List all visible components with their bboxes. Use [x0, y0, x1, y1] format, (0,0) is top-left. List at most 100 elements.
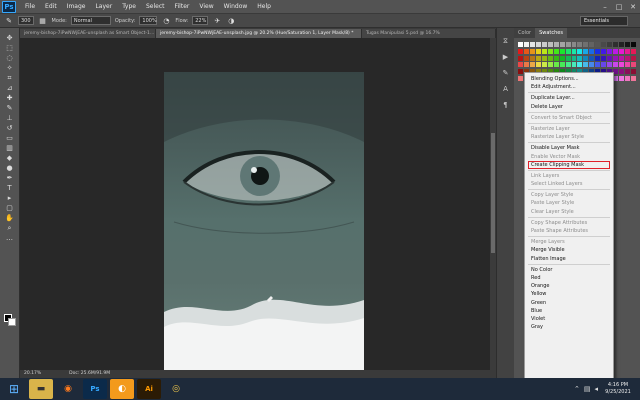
- color-swatch[interactable]: [619, 48, 625, 54]
- color-swatch[interactable]: [577, 55, 583, 61]
- volume-icon[interactable]: ◂: [594, 385, 598, 393]
- pen-tool-icon[interactable]: ✒: [3, 174, 17, 182]
- color-swatch[interactable]: [595, 62, 601, 68]
- color-swatch[interactable]: [529, 55, 535, 61]
- color-swatch[interactable]: [601, 48, 607, 54]
- color-swatch[interactable]: [607, 62, 613, 68]
- document-size[interactable]: Doc: 25.6M/91.9M: [69, 370, 110, 378]
- menu-filter[interactable]: Filter: [170, 0, 195, 14]
- tab-color[interactable]: Color: [514, 28, 535, 38]
- menu-view[interactable]: View: [194, 0, 218, 14]
- color-swatch[interactable]: [518, 42, 523, 47]
- color-swatch[interactable]: [547, 48, 553, 54]
- brush-tool-icon-active[interactable]: ✎: [3, 104, 17, 112]
- color-swatch[interactable]: [529, 42, 535, 47]
- color-swatch[interactable]: [583, 48, 589, 54]
- color-swatch[interactable]: [607, 42, 613, 47]
- color-swatch[interactable]: [565, 42, 571, 47]
- color-swatch[interactable]: [547, 42, 553, 47]
- color-swatch[interactable]: [625, 76, 631, 82]
- menu-edit[interactable]: Edit: [40, 0, 62, 14]
- color-swatch[interactable]: [607, 48, 613, 54]
- color-swatch[interactable]: [535, 42, 541, 47]
- color-swatch[interactable]: [619, 42, 625, 47]
- shape-tool-icon[interactable]: ▢: [3, 204, 17, 212]
- hand-tool-icon[interactable]: ✋: [3, 214, 17, 222]
- file-explorer-icon[interactable]: ▬: [29, 379, 53, 399]
- mode-select[interactable]: Normal: [70, 16, 111, 25]
- path-select-tool-icon[interactable]: ▸: [3, 194, 17, 202]
- color-swatch[interactable]: [601, 55, 607, 61]
- color-swatch[interactable]: [571, 62, 577, 68]
- menu-item-edit-adjustment[interactable]: Edit Adjustment...: [525, 83, 613, 91]
- color-swatch[interactable]: [523, 55, 529, 61]
- color-swatch[interactable]: [613, 42, 619, 47]
- menu-item-blending-options[interactable]: Blending Options...: [525, 75, 613, 83]
- paragraph-panel-icon[interactable]: ¶: [501, 100, 511, 110]
- windows-start-icon[interactable]: ⊞: [2, 379, 26, 399]
- illustrator-icon[interactable]: Ai: [137, 379, 161, 399]
- crop-tool-icon[interactable]: ⌗: [3, 74, 17, 82]
- workspace-switcher[interactable]: Essentials: [580, 16, 628, 26]
- move-tool-icon[interactable]: ✥: [3, 34, 17, 42]
- menu-item-yellow[interactable]: Yellow: [525, 290, 613, 298]
- color-swatch[interactable]: [589, 48, 595, 54]
- menu-item-flatten-image[interactable]: Flatten Image: [525, 255, 613, 263]
- zoom-tool-icon[interactable]: ⌕: [3, 224, 17, 232]
- menu-file[interactable]: File: [20, 0, 40, 14]
- color-swatch[interactable]: [523, 42, 529, 47]
- tab-tugas-manipulasi[interactable]: Tugas Manipulasi 5.psd @ 16.7%: [362, 29, 496, 38]
- menu-item-delete-layer[interactable]: Delete Layer: [525, 103, 613, 111]
- color-swatch[interactable]: [571, 48, 577, 54]
- zoom-level[interactable]: 20.17%: [24, 370, 41, 378]
- color-swatch[interactable]: [518, 55, 523, 61]
- type-tool-icon[interactable]: T: [3, 184, 17, 192]
- color-swatch[interactable]: [577, 48, 583, 54]
- color-swatch[interactable]: [553, 48, 559, 54]
- tab-active-document[interactable]: jeremy-bishop-7iPwNWjEAE-unsplash.jpg @ …: [156, 29, 362, 38]
- color-swatch[interactable]: [601, 42, 607, 47]
- taskbar-clock[interactable]: 4:16 PM 9/25/2021: [602, 382, 634, 396]
- menu-layer[interactable]: Layer: [90, 0, 117, 14]
- menu-item-red[interactable]: Red: [525, 274, 613, 282]
- quick-select-tool-icon[interactable]: ✧: [3, 64, 17, 72]
- tab-smart-object[interactable]: jeremy-bishop-7iPwNWjEAE-unsplash as Sma…: [20, 29, 156, 38]
- color-swatch[interactable]: [529, 62, 535, 68]
- color-swatch[interactable]: [565, 55, 571, 61]
- pressure-opacity-icon[interactable]: ◔: [161, 16, 171, 26]
- color-swatch[interactable]: [613, 55, 619, 61]
- color-swatch[interactable]: [518, 62, 523, 68]
- marquee-tool-icon[interactable]: ⬚: [3, 44, 17, 52]
- menu-item-duplicate-layer[interactable]: Duplicate Layer...: [525, 94, 613, 102]
- color-swatch[interactable]: [625, 42, 631, 47]
- color-swatch[interactable]: [595, 42, 601, 47]
- menu-item-green[interactable]: Green: [525, 299, 613, 307]
- eyedropper-tool-icon[interactable]: ⊿: [3, 84, 17, 92]
- color-swatch[interactable]: [577, 42, 583, 47]
- maximize-button[interactable]: □: [612, 0, 626, 14]
- color-swatch[interactable]: [523, 62, 529, 68]
- menu-item-blue[interactable]: Blue: [525, 307, 613, 315]
- color-swatch[interactable]: [625, 55, 631, 61]
- menu-item-orange[interactable]: Orange: [525, 282, 613, 290]
- color-swatch[interactable]: [565, 48, 571, 54]
- brush-panel-icon[interactable]: ▦: [38, 16, 48, 26]
- photoshop-icon[interactable]: Ps: [83, 379, 107, 399]
- color-swatch[interactable]: [541, 48, 547, 54]
- color-swatch[interactable]: [625, 62, 631, 68]
- color-swatch[interactable]: [529, 48, 535, 54]
- menu-image[interactable]: Image: [62, 0, 91, 14]
- tray-arrow-icon[interactable]: ⌃: [574, 385, 580, 393]
- color-swatch[interactable]: [583, 62, 589, 68]
- brush-tool-icon[interactable]: ✎: [4, 16, 14, 26]
- document-canvas[interactable]: [164, 72, 364, 370]
- character-panel-icon[interactable]: A: [501, 84, 511, 94]
- color-swatch[interactable]: [535, 55, 541, 61]
- history-panel-icon[interactable]: ⧖: [501, 36, 511, 46]
- color-swatch[interactable]: [559, 55, 565, 61]
- blur-tool-icon[interactable]: ◆: [3, 154, 17, 162]
- menu-item-no-color[interactable]: No Color: [525, 266, 613, 274]
- color-swatch[interactable]: [559, 42, 565, 47]
- color-swatch[interactable]: [589, 42, 595, 47]
- brush-size-picker[interactable]: 300: [18, 16, 34, 25]
